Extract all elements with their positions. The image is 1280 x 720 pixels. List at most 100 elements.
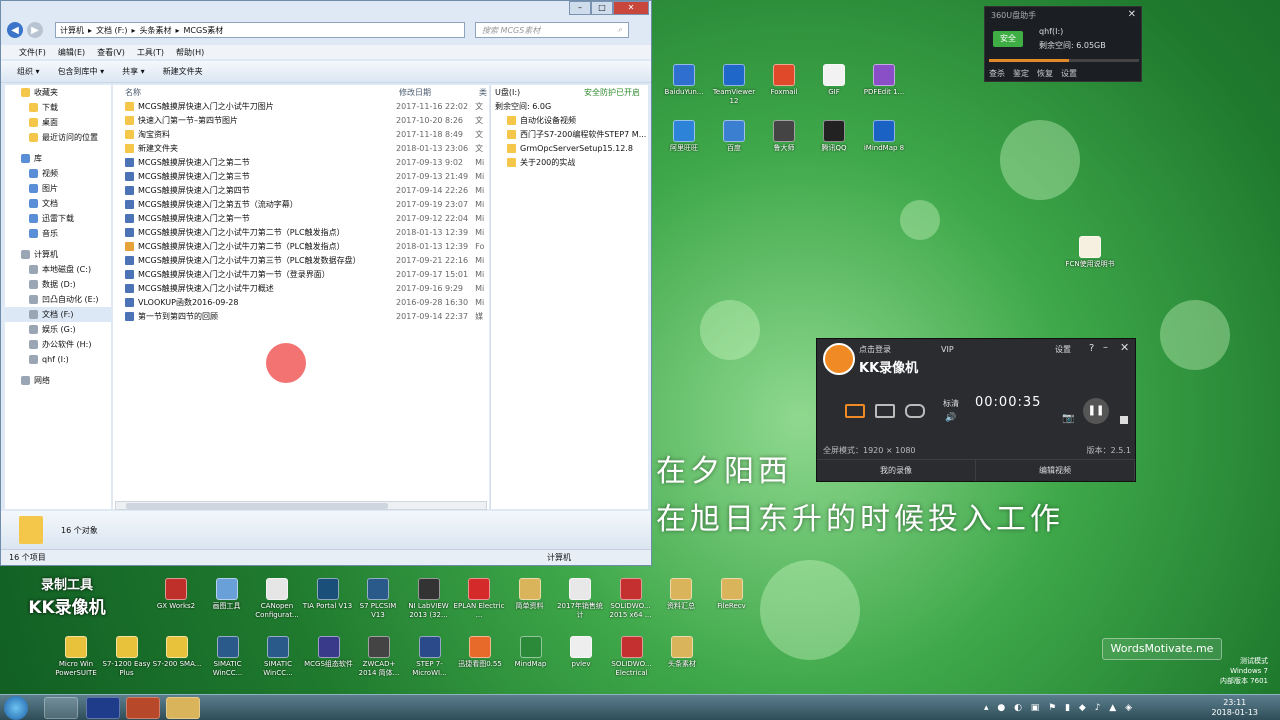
desktop-icon[interactable]: Micro Win PowerSUITE xyxy=(50,636,102,678)
nav-item[interactable]: 最近访问的位置 xyxy=(5,130,111,145)
nav-item[interactable]: 收藏夹 xyxy=(5,85,111,100)
file-row[interactable]: MCGS触摸屏快速入门之第三节 2017-09-13 21:49 Mi xyxy=(113,169,489,183)
new-folder-button[interactable]: 新建文件夹 xyxy=(163,66,203,77)
quality-select[interactable]: 标清 xyxy=(943,398,959,409)
window-mode-icon[interactable] xyxy=(875,404,895,418)
desktop-icon[interactable]: BaiduYun... xyxy=(658,64,710,97)
file-row[interactable]: 快速入门第一节–第四节图片 2017-10-20 8:26 文 xyxy=(113,113,489,127)
my-recordings-button[interactable]: 我的录像 xyxy=(817,460,976,481)
desktop-icon[interactable]: pvlev xyxy=(555,636,607,669)
settings-link[interactable]: 设置 xyxy=(1055,344,1071,355)
breadcrumb-item[interactable]: MCGS素材 xyxy=(184,25,224,36)
file-row[interactable]: MCGS触摸屏快速入门之小试牛刀图片 2017-11-16 22:02 文 xyxy=(113,99,489,113)
include-library-button[interactable]: 包含到库中 ▾ xyxy=(58,66,105,77)
desktop-icon[interactable]: ZWCAD+ 2014 简体... xyxy=(353,636,405,678)
desktop-icon[interactable]: Foxmail xyxy=(758,64,810,97)
desktop-icon[interactable]: STEP 7-MicroWI... xyxy=(404,636,456,678)
menu-edit[interactable]: 编辑(E) xyxy=(58,47,85,58)
desktop-icon[interactable]: S7-200 SMA... xyxy=(151,636,203,669)
maximize-button[interactable]: □ xyxy=(591,1,613,15)
vip-badge[interactable]: VIP xyxy=(941,345,954,354)
system-tray[interactable]: ▴ ● ◐ ▣ ⚑ ▮ ◆ ♪ ▲ ◈ xyxy=(984,703,1135,713)
desktop-icon[interactable]: 头条素材 xyxy=(656,636,708,669)
desktop-icon[interactable]: SOLIDWO... 2015 x64 ... xyxy=(605,578,657,620)
file-row[interactable]: MCGS触摸屏快速入门之小试牛刀第三节（PLC触发数据存盘） 2017-09-21… xyxy=(113,253,489,267)
nav-item[interactable]: 凹凸自动化 (E:) xyxy=(5,292,111,307)
desktop-icon[interactable]: S7-1200 Easy Plus xyxy=(101,636,153,678)
taskbar-explorer[interactable] xyxy=(166,697,200,719)
desktop-icon[interactable]: TeamViewer 12 xyxy=(708,64,760,106)
desktop-icon[interactable]: 鲁大师 xyxy=(758,120,810,153)
nav-item[interactable]: 音乐 xyxy=(5,226,111,241)
kk-recorder-window[interactable]: 点击登录 KK录像机 VIP 设置 ? – ✕ 标清 🔊 00:00:35 📷 … xyxy=(816,338,1136,482)
desktop-icon[interactable]: 画图工具 xyxy=(201,578,253,611)
desktop-icon[interactable]: TIA Portal V13 xyxy=(302,578,354,611)
breadcrumb-item[interactable]: 计算机 xyxy=(60,25,84,36)
breadcrumb-item[interactable]: 头条素材 xyxy=(140,25,172,36)
menu-file[interactable]: 文件(F) xyxy=(19,47,46,58)
organize-button[interactable]: 组织 ▾ xyxy=(17,66,40,77)
desktop-icon[interactable]: 阿里旺旺 xyxy=(658,120,710,153)
desktop-icon[interactable]: iMindMap 8 xyxy=(858,120,910,153)
desktop-icon[interactable]: FCN使用说明书 xyxy=(1064,236,1116,269)
pause-button[interactable]: ❚❚ xyxy=(1083,398,1109,424)
menu-view[interactable]: 查看(V) xyxy=(97,47,125,58)
desktop-icon[interactable]: MindMap xyxy=(505,636,557,669)
desktop-icon[interactable]: 资料汇总 xyxy=(655,578,707,611)
explorer-window[interactable]: – □ ✕ ◀ ▶ 计算机 ▸ 文档 (F:) ▸ 头条素材 ▸ MCGS素材 搜索 … xyxy=(0,0,652,566)
address-bar[interactable]: 计算机 ▸ 文档 (F:) ▸ 头条素材 ▸ MCGS素材 xyxy=(55,22,465,38)
nav-item[interactable]: 迅雷下载 xyxy=(5,211,111,226)
gamepad-icon[interactable] xyxy=(905,404,925,418)
camera-icon[interactable]: 📷 xyxy=(1062,413,1074,424)
preview-item[interactable]: 自动化设备视频 xyxy=(491,113,648,127)
file-row[interactable]: MCGS触摸屏快速入门之第一节 2017-09-12 22:04 Mi xyxy=(113,211,489,225)
menu-tools[interactable]: 工具(T) xyxy=(137,47,164,58)
nav-item[interactable]: 库 xyxy=(5,151,111,166)
desktop-icon[interactable]: 2017年销售统计 xyxy=(554,578,606,620)
scroll-thumb[interactable] xyxy=(126,503,388,509)
desktop-icon[interactable]: GIF xyxy=(808,64,860,97)
minimize-button[interactable]: – xyxy=(1103,342,1108,353)
menu-help[interactable]: 帮助(H) xyxy=(176,47,204,58)
file-row[interactable]: MCGS触摸屏快速入门之第四节 2017-09-14 22:26 Mi xyxy=(113,183,489,197)
restore-button[interactable]: 恢复 xyxy=(1037,68,1053,79)
taskbar-mcgs[interactable] xyxy=(86,697,120,719)
desktop-icon[interactable]: GX Works2 xyxy=(150,578,202,611)
nav-item[interactable]: 图片 xyxy=(5,181,111,196)
help-button[interactable]: ? xyxy=(1089,343,1094,354)
desktop-icon[interactable]: 百度 xyxy=(708,120,760,153)
clock[interactable]: 23:11 2018-01-13 xyxy=(1212,698,1259,718)
login-link[interactable]: 点击登录 xyxy=(859,344,891,355)
nav-item[interactable]: 网络 xyxy=(5,373,111,388)
file-row[interactable]: MCGS触摸屏快速入门之小试牛刀第一节（登录界面） 2017-09-17 15:0… xyxy=(113,267,489,281)
column-date[interactable]: 修改日期 xyxy=(399,87,479,98)
preview-item[interactable]: GrmOpcServerSetup15.12.8 xyxy=(491,141,648,155)
desktop-icon[interactable]: MCGS组态软件 xyxy=(303,636,355,669)
back-button[interactable]: ◀ xyxy=(7,22,23,38)
desktop-icon[interactable]: 迅捷看图0.55 xyxy=(454,636,506,669)
taskbar-browser[interactable] xyxy=(44,697,78,719)
desktop-icon[interactable]: SOLIDWO... Electrical xyxy=(606,636,658,678)
start-button[interactable] xyxy=(4,696,28,720)
nav-item[interactable]: 文档 xyxy=(5,196,111,211)
stop-button[interactable] xyxy=(1120,416,1128,424)
file-row[interactable]: 新建文件夹 2018-01-13 23:06 文 xyxy=(113,141,489,155)
file-row[interactable]: MCGS触摸屏快速入门之第五节（流动字幕） 2017-09-19 23:07 Mi xyxy=(113,197,489,211)
nav-item[interactable]: qhf (I:) xyxy=(5,352,111,367)
nav-item[interactable]: 计算机 xyxy=(5,247,111,262)
desktop-icon[interactable]: S7 PLCSIM V13 xyxy=(352,578,404,620)
taskbar-kk[interactable] xyxy=(126,697,160,719)
verify-button[interactable]: 鉴定 xyxy=(1013,68,1029,79)
desktop-icon[interactable]: 腾讯QQ xyxy=(808,120,860,153)
column-name[interactable]: 名称 xyxy=(125,87,399,98)
nav-item[interactable]: 本地磁盘 (C:) xyxy=(5,262,111,277)
file-row[interactable]: MCGS触摸屏快速入门之小试牛刀第二节（PLC触发指点） 2018-01-13 1… xyxy=(113,239,489,253)
desktop-icon[interactable]: EPLAN Electric ... xyxy=(453,578,505,620)
desktop-icon[interactable]: 简单资料 xyxy=(504,578,556,611)
file-row[interactable]: 第一节到第四节的回顾 2017-09-14 22:37 媒 xyxy=(113,309,489,323)
nav-item[interactable]: 视频 xyxy=(5,166,111,181)
close-button[interactable]: ✕ xyxy=(1120,341,1129,354)
nav-item[interactable]: 桌面 xyxy=(5,115,111,130)
nav-item[interactable]: 文档 (F:) xyxy=(5,307,111,322)
search-icon[interactable]: ⌕ xyxy=(618,25,622,35)
